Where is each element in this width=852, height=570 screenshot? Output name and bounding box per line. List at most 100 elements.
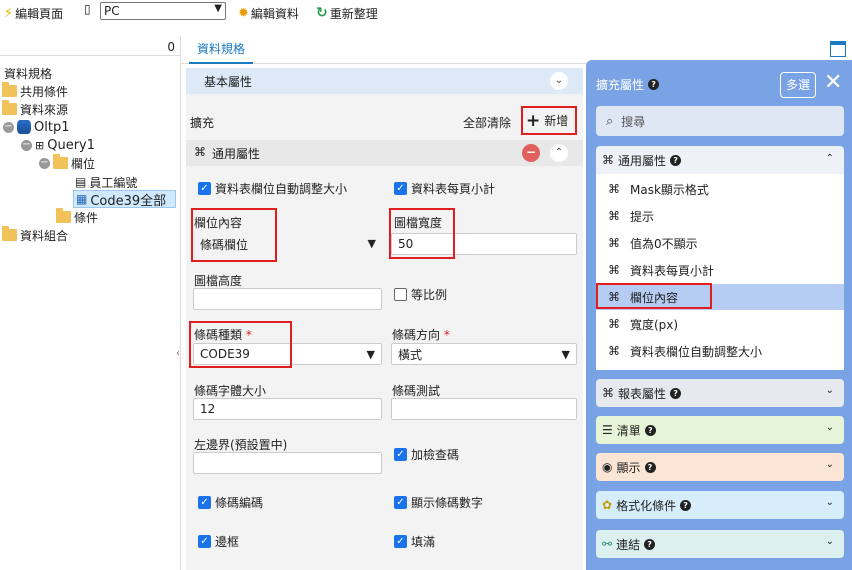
- tree-node-label: 資料規格: [4, 66, 53, 81]
- prop-item-width[interactable]: ⌘ 寬度(px): [596, 311, 844, 337]
- query-icon: ⊞: [35, 138, 45, 152]
- collapse-handle-icon[interactable]: ‹: [176, 348, 180, 359]
- border-checkbox[interactable]: ✓ 邊框: [198, 533, 239, 550]
- prop-item-mask[interactable]: ⌘ Mask顯示格式: [596, 176, 844, 202]
- close-icon[interactable]: ✕: [824, 71, 842, 95]
- encode-checkbox[interactable]: ✓ 條碼編碼: [198, 494, 263, 511]
- help-icon[interactable]: ?: [648, 79, 660, 90]
- command-icon: ⌘: [608, 182, 620, 196]
- tree-node-query[interactable]: − ⊞ Query1: [21, 136, 95, 154]
- chevron-down-icon[interactable]: ⌄: [550, 72, 568, 90]
- prop-item-page-subtotal[interactable]: ⌘ 資料表每頁小計: [596, 257, 844, 283]
- help-icon[interactable]: ?: [644, 461, 656, 473]
- caret-down-icon: ▼: [561, 348, 570, 361]
- input-value: 12: [200, 402, 216, 416]
- prop-item-auto-resize[interactable]: ⌘ 資料表欄位自動調整大小: [596, 338, 844, 364]
- tree-node-conditions[interactable]: 條件: [56, 208, 98, 226]
- chevron-up-icon[interactable]: ⌃: [826, 153, 834, 164]
- keep-ratio-checkbox[interactable]: 等比例: [394, 286, 447, 303]
- link-section[interactable]: ⚯ 連結 ? ⌄: [596, 530, 844, 558]
- left-margin-input[interactable]: [193, 452, 382, 474]
- help-icon[interactable]: ?: [644, 424, 656, 436]
- report-props-section[interactable]: ⌘ 報表屬性 ? ⌄: [596, 379, 844, 407]
- prop-item-hint[interactable]: ⌘ 提示: [596, 203, 844, 229]
- help-icon[interactable]: ?: [670, 154, 682, 166]
- show-digits-checkbox[interactable]: ✓ 顯示條碼數字: [394, 494, 483, 511]
- per-page-subtotal-checkbox[interactable]: ✓ 資料表每頁小計: [394, 180, 495, 197]
- collapse-icon[interactable]: −: [21, 139, 32, 151]
- tree-node-fields[interactable]: − 欄位: [39, 154, 95, 172]
- auto-resize-checkbox[interactable]: ✓ 資料表欄位自動調整大小: [198, 180, 347, 197]
- help-icon[interactable]: ?: [644, 538, 656, 550]
- checkbox-label: 邊框: [215, 535, 240, 549]
- prop-label: 寬度(px): [630, 317, 679, 332]
- tree-node-field2[interactable]: ▦ Code39全部: [73, 190, 176, 209]
- highlight-box: [191, 208, 277, 262]
- palette-icon: ✿: [602, 498, 613, 512]
- prop-label: 值為0不顯示: [630, 236, 698, 251]
- tree-node-root[interactable]: 資料規格: [4, 64, 52, 82]
- tree-node-field1[interactable]: ▤ 員工編號: [75, 173, 137, 191]
- search-input[interactable]: ⌕ 搜尋: [596, 106, 844, 136]
- list-section[interactable]: ☰ 清單 ? ⌄: [596, 416, 844, 444]
- prop-item-hide-zero[interactable]: ⌘ 值為0不顯示: [596, 230, 844, 256]
- barcode-dir-select[interactable]: 橫式 ▼: [391, 343, 577, 365]
- display-section[interactable]: ◉ 顯示 ? ⌄: [596, 453, 844, 481]
- clear-all-link[interactable]: 全部清除: [463, 114, 511, 131]
- highlight-box: [389, 208, 455, 259]
- checkbox-label: 加檢查碼: [411, 448, 460, 462]
- command-icon: ⌘: [602, 386, 614, 400]
- common-section-header[interactable]: ⌘ 通用屬性 − ⌃: [186, 140, 583, 166]
- expand-window-icon[interactable]: [830, 41, 846, 57]
- chevron-down-icon[interactable]: ⌄: [826, 422, 834, 433]
- command-icon: ⌘: [602, 153, 614, 167]
- checksum-checkbox[interactable]: ✓ 加檢查碼: [394, 446, 459, 463]
- design-page-button[interactable]: ⚡ 編輯頁面: [4, 4, 63, 22]
- search-icon: ⌕: [606, 113, 614, 129]
- barcode-test-input[interactable]: [391, 398, 577, 420]
- help-icon[interactable]: ?: [670, 387, 682, 399]
- multi-select-button[interactable]: 多選: [780, 72, 816, 98]
- chevron-down-icon[interactable]: ⌄: [826, 459, 834, 470]
- panel-title: 擴充屬性 ?: [596, 76, 660, 93]
- caret-down-icon: ▼: [366, 348, 375, 361]
- folder-icon: [53, 154, 68, 169]
- section-title: 通用屬性: [212, 146, 261, 161]
- checkbox-label: 填滿: [411, 535, 436, 549]
- tab-data-spec[interactable]: 資料規格: [189, 36, 254, 64]
- section-title: 顯示: [616, 460, 641, 475]
- fill-checkbox[interactable]: ✓ 填滿: [394, 533, 435, 550]
- collapse-icon[interactable]: −: [3, 121, 14, 133]
- device-select[interactable]: PC ▼: [100, 2, 226, 20]
- label-text: 條碼方向: [392, 328, 441, 342]
- chevron-up-icon[interactable]: ⌃: [550, 144, 568, 162]
- chevron-down-icon[interactable]: ⌄: [826, 536, 834, 547]
- tree-count: 0: [167, 40, 175, 54]
- refresh-button[interactable]: ↻ 重新整理: [316, 4, 378, 22]
- design-data-label: 編輯資料: [250, 6, 299, 21]
- tree-node-datasource[interactable]: 資料來源: [2, 100, 68, 118]
- image-height-input[interactable]: [193, 288, 382, 310]
- lightning-icon: ⚡: [4, 5, 14, 21]
- basic-section-header[interactable]: 基本屬性 ⌄: [186, 68, 583, 94]
- design-data-button[interactable]: ✹ 編輯資料: [238, 4, 299, 22]
- help-icon[interactable]: ?: [680, 499, 692, 511]
- tree-node-label: Oltp1: [34, 119, 70, 135]
- common-props-section[interactable]: ⌘ 通用屬性 ? ⌃: [596, 146, 844, 174]
- tree-node-db[interactable]: − Oltp1: [3, 118, 69, 136]
- format-condition-section[interactable]: ✿ 格式化條件 ? ⌄: [596, 491, 844, 519]
- device-select-value: PC: [104, 4, 120, 18]
- font-size-label: 條碼字體大小: [194, 384, 267, 398]
- remove-icon[interactable]: −: [522, 144, 540, 162]
- collapse-icon[interactable]: −: [39, 157, 50, 169]
- chevron-down-icon: ▼: [214, 3, 222, 14]
- tree-node-label: 員工編號: [89, 175, 138, 190]
- font-size-input[interactable]: 12: [193, 398, 382, 420]
- tree-node-shared[interactable]: 共用條件: [2, 82, 68, 100]
- refresh-label: 重新整理: [329, 6, 378, 21]
- tree-node-combo[interactable]: 資料組合: [2, 226, 68, 244]
- chevron-down-icon[interactable]: ⌄: [826, 385, 834, 396]
- chevron-down-icon[interactable]: ⌄: [826, 497, 834, 508]
- highlight-box: [596, 283, 712, 309]
- barcode-field-icon: ▦: [76, 192, 88, 206]
